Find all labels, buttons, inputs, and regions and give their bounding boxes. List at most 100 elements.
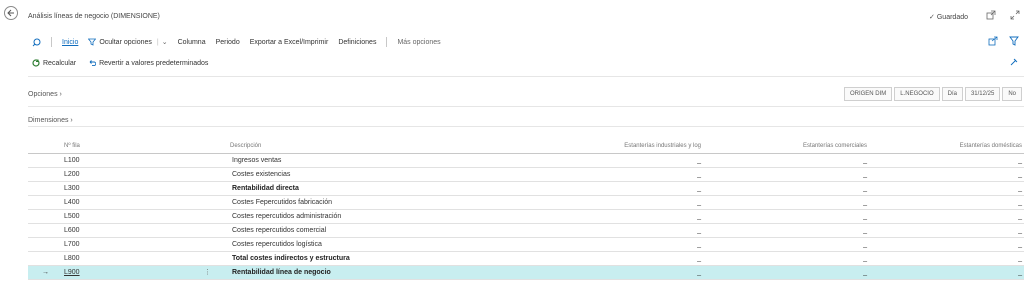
table-row[interactable]: L400 Costes Fepercutidos fabricación _ _…: [28, 196, 1024, 210]
export-button[interactable]: Exportar a Excel/Imprimir: [250, 39, 329, 46]
row-value-col2[interactable]: _: [863, 238, 867, 252]
row-value-col2[interactable]: _: [863, 252, 867, 266]
open-new-window-icon[interactable]: [986, 10, 996, 22]
options-label: Opciones: [28, 91, 58, 98]
tab-home[interactable]: Inicio: [62, 39, 78, 46]
row-value-col2[interactable]: _: [863, 196, 867, 210]
row-value-col1[interactable]: _: [697, 266, 701, 280]
row-value-col1[interactable]: _: [697, 182, 701, 196]
chevron-down-icon: ⌄: [161, 39, 168, 46]
row-value-col3[interactable]: _: [1018, 224, 1022, 238]
expand-icon[interactable]: [1010, 10, 1020, 22]
row-actions-icon[interactable]: ⋮: [204, 266, 211, 280]
grid-header-row: Nº fila Descripción Estanterías industri…: [28, 139, 1024, 154]
separator: [51, 37, 52, 47]
action-bar: Inicio Ocultar opciones | ⌄ Columna Peri…: [28, 34, 1024, 50]
row-value-col1[interactable]: _: [697, 154, 701, 168]
hide-options-button[interactable]: Ocultar opciones | ⌄: [88, 38, 168, 46]
table-row[interactable]: L700 Costes repercutidos logística _ _ _: [28, 238, 1024, 252]
row-value-col3[interactable]: _: [1018, 196, 1022, 210]
row-value-col2[interactable]: _: [863, 182, 867, 196]
table-row[interactable]: L600 Costes repercutidos comercial _ _ _: [28, 224, 1024, 238]
row-no: L400: [64, 199, 80, 206]
recalculate-button[interactable]: Recalcular: [32, 59, 76, 67]
row-value-col2[interactable]: _: [863, 210, 867, 224]
separator: [386, 37, 388, 47]
table-row-selected[interactable]: → L900 ⋮ Rentabilidad línea de negocio _…: [28, 266, 1024, 280]
row-value-col1[interactable]: _: [697, 238, 701, 252]
row-value-col1[interactable]: _: [697, 196, 701, 210]
options-summary: ORIGEN DIM L.NEGOCIO Día 31/12/25 No: [842, 87, 1022, 101]
pin-icon[interactable]: [1009, 57, 1019, 69]
row-value-col1[interactable]: _: [697, 224, 701, 238]
header-row-no[interactable]: Nº fila: [64, 139, 80, 153]
row-value-col2[interactable]: _: [863, 266, 867, 280]
options-section-header[interactable]: Opciones ›: [28, 91, 62, 98]
chevron-right-icon: ›: [59, 91, 62, 98]
row-value-col1[interactable]: _: [697, 210, 701, 224]
row-value-col2[interactable]: _: [863, 168, 867, 182]
dimensions-section-header[interactable]: Dimensiones ›: [28, 117, 73, 124]
divider: [28, 76, 1024, 77]
hide-options-label: Ocultar opciones: [99, 38, 152, 46]
row-no-link[interactable]: L900: [64, 266, 80, 280]
row-arrow-icon: →: [42, 269, 49, 276]
row-description: Costes repercutidos administración: [232, 213, 342, 220]
row-value-col3[interactable]: _: [1018, 182, 1022, 196]
row-value-col3[interactable]: _: [1018, 238, 1022, 252]
header-col1[interactable]: Estanterías industriales y log: [624, 139, 701, 153]
matrix-grid: Nº fila Descripción Estanterías industri…: [28, 139, 1024, 280]
check-icon: ✓: [928, 14, 935, 21]
period-button[interactable]: Periodo: [216, 39, 240, 46]
row-value-col3[interactable]: _: [1018, 154, 1022, 168]
page: Análisis líneas de negocio (DIMENSIONE) …: [28, 0, 1024, 305]
row-description: Ingresos ventas: [232, 157, 282, 164]
recalculate-label: Recalcular: [43, 59, 77, 67]
row-no: L600: [64, 227, 80, 234]
header-col3[interactable]: Estanterías domésticas: [960, 139, 1022, 153]
title-bar: Análisis líneas de negocio (DIMENSIONE) …: [28, 0, 1024, 34]
revert-defaults-button[interactable]: Revertir a valores predeterminados: [88, 59, 208, 67]
option-pill[interactable]: Día: [941, 87, 963, 101]
row-value-col1[interactable]: _: [697, 252, 701, 266]
table-row[interactable]: L800 Total costes indirectos y estructur…: [28, 252, 1024, 266]
option-pill[interactable]: 31/12/25: [964, 87, 1001, 101]
row-description: Total costes indirectos y estructura: [232, 255, 350, 262]
option-pill[interactable]: L.NEGOCIO: [894, 87, 940, 101]
filter-pane-icon[interactable]: [1009, 36, 1019, 48]
row-value-col3[interactable]: _: [1018, 252, 1022, 266]
row-value-col3[interactable]: _: [1018, 210, 1022, 224]
row-description: Costes repercutidos comercial: [232, 227, 327, 234]
table-row[interactable]: L200 Costes existencias _ _ _: [28, 168, 1024, 182]
page-title: Análisis líneas de negocio (DIMENSIONE): [28, 13, 160, 20]
header-description[interactable]: Descripción: [230, 139, 261, 153]
row-value-col2[interactable]: _: [863, 224, 867, 238]
undo-icon: [89, 60, 97, 67]
option-pill[interactable]: ORIGEN DIM: [843, 87, 893, 101]
definitions-button[interactable]: Definiciones: [338, 39, 376, 46]
header-col2[interactable]: Estanterías comerciales: [803, 139, 867, 153]
table-row[interactable]: L500 Costes repercutidos administración …: [28, 210, 1024, 224]
row-value-col3[interactable]: _: [1018, 168, 1022, 182]
share-icon[interactable]: [988, 36, 998, 48]
saved-label: Guardado: [936, 13, 968, 21]
row-no: L100: [64, 157, 80, 164]
row-no: L300: [64, 185, 80, 192]
table-row[interactable]: L300 Rentabilidad directa _ _ _: [28, 182, 1024, 196]
row-description: Rentabilidad línea de negocio: [232, 269, 331, 276]
row-value-col3[interactable]: _: [1018, 266, 1022, 280]
table-row[interactable]: L100 Ingresos ventas _ _ _: [28, 154, 1024, 168]
row-value-col2[interactable]: _: [863, 154, 867, 168]
option-pill[interactable]: No: [1002, 87, 1022, 101]
search-icon[interactable]: [32, 38, 41, 47]
back-button[interactable]: [4, 6, 18, 20]
row-value-col1[interactable]: _: [697, 168, 701, 182]
secondary-toolbar: Recalcular Revertir a valores predetermi…: [28, 55, 1024, 71]
more-options-button[interactable]: Más opciones: [397, 39, 440, 46]
row-no: L800: [64, 255, 80, 262]
dimensions-label: Dimensiones: [28, 117, 69, 124]
column-button[interactable]: Columna: [178, 39, 206, 46]
row-description: Rentabilidad directa: [232, 185, 299, 192]
row-no: L700: [64, 241, 80, 248]
chevron-right-icon: ›: [70, 117, 73, 124]
